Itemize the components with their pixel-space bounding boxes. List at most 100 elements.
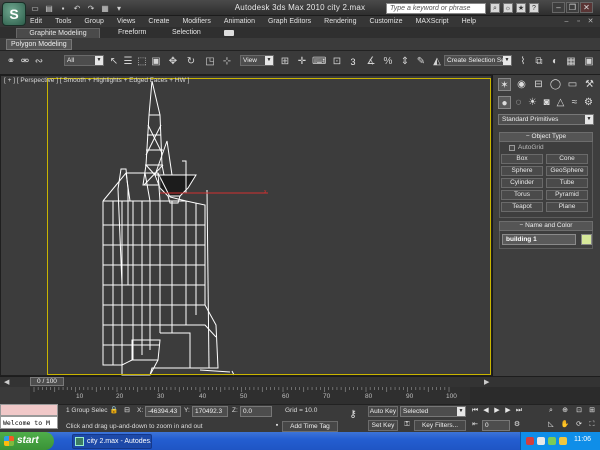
- sphere-button[interactable]: Sphere: [501, 166, 543, 176]
- z-coordinate-field[interactable]: 0.0: [240, 406, 272, 417]
- space-warps-icon[interactable]: ≈: [568, 96, 581, 109]
- absolute-mode-icon[interactable]: ⊟: [122, 406, 132, 416]
- cone-button[interactable]: Cone: [546, 154, 588, 164]
- object-color-swatch[interactable]: [581, 234, 592, 245]
- snaps-toggle-icon[interactable]: ⊡: [330, 55, 344, 69]
- key-filters-button[interactable]: Key Filters...: [414, 420, 466, 431]
- ribbon-restore-icon[interactable]: ▫: [574, 17, 583, 26]
- rectangular-selection-icon[interactable]: ⬚: [135, 55, 149, 69]
- zoom-extents-all-icon[interactable]: ⊞: [587, 406, 597, 416]
- lights-icon[interactable]: ☀: [526, 96, 539, 109]
- field-of-view-icon[interactable]: ◺: [546, 420, 556, 430]
- menu-modifiers[interactable]: Modifiers: [182, 18, 210, 25]
- zoom-icon[interactable]: ⌕: [546, 406, 556, 416]
- shapes-icon[interactable]: ◌: [512, 96, 525, 109]
- pyramid-button[interactable]: Pyramid: [546, 190, 588, 200]
- binoculars-icon[interactable]: ⌕: [490, 3, 500, 13]
- selection-filter-dropdown[interactable]: All ▼: [64, 55, 104, 66]
- mirror-icon[interactable]: ◭: [430, 55, 444, 69]
- star-icon[interactable]: ★: [516, 3, 526, 13]
- minimize-button[interactable]: –: [552, 2, 565, 13]
- select-manipulate-icon[interactable]: ✛: [295, 55, 309, 69]
- time-configuration-icon[interactable]: ⚙: [512, 420, 522, 430]
- select-object-icon[interactable]: ↖: [107, 55, 121, 69]
- material-editor-icon[interactable]: ◐: [548, 55, 562, 69]
- keyboard-shortcut-icon[interactable]: ⌨: [312, 55, 326, 69]
- utilities-tab-icon[interactable]: ⚒: [583, 78, 596, 91]
- network-icon[interactable]: [537, 437, 545, 445]
- display-tab-icon[interactable]: ▭: [566, 78, 579, 91]
- geosphere-button[interactable]: GeoSphere: [546, 166, 588, 176]
- antivirus-icon[interactable]: [526, 437, 534, 445]
- snaps-3d-toggle[interactable]: 3: [346, 55, 360, 69]
- slider-next-icon[interactable]: ▶: [484, 378, 489, 386]
- menu-help[interactable]: Help: [462, 18, 476, 25]
- object-name-field[interactable]: building 1: [502, 234, 576, 245]
- maximize-viewport-icon[interactable]: ⛶: [587, 420, 597, 430]
- menu-create[interactable]: Create: [148, 18, 169, 25]
- select-rotate-icon[interactable]: ↻: [184, 55, 198, 69]
- torus-button[interactable]: Torus: [501, 190, 543, 200]
- time-slider-track[interactable]: [0, 376, 600, 387]
- zoom-extents-icon[interactable]: ⊡: [574, 406, 584, 416]
- lock-selection-icon[interactable]: 🔒: [109, 406, 119, 416]
- menu-views[interactable]: Views: [117, 18, 136, 25]
- select-scale-icon[interactable]: ◳: [203, 55, 217, 69]
- name-color-rollout-header[interactable]: − Name and Color: [499, 221, 593, 231]
- pan-view-icon[interactable]: ✋: [560, 420, 570, 430]
- angle-snap-icon[interactable]: ∡: [364, 55, 378, 69]
- select-move-icon[interactable]: ✥: [166, 55, 180, 69]
- time-tag-icon[interactable]: ▪: [272, 421, 282, 431]
- menu-edit[interactable]: Edit: [30, 18, 42, 25]
- app-logo-icon[interactable]: S: [2, 2, 26, 26]
- time-slider-thumb[interactable]: 0 / 100: [30, 377, 64, 386]
- teapot-button[interactable]: Teapot: [501, 202, 543, 212]
- taskbar-app-button[interactable]: city 2.max - Autodes...: [72, 434, 152, 449]
- systems-icon[interactable]: ⚙: [582, 96, 595, 109]
- geometry-icon[interactable]: ●: [498, 96, 511, 109]
- schematic-view-icon[interactable]: ⧉: [532, 55, 546, 69]
- primitive-type-dropdown[interactable]: Standard Primitives ▼: [498, 114, 594, 125]
- box-button[interactable]: Box: [501, 154, 543, 164]
- curve-editor-icon[interactable]: ⌇: [516, 55, 530, 69]
- go-to-start-icon[interactable]: ⏮: [470, 406, 480, 416]
- ribbon-close-icon[interactable]: ✕: [586, 17, 595, 26]
- named-selection-set-dropdown[interactable]: Create Selection Se ▼: [444, 55, 512, 66]
- y-coordinate-field[interactable]: 170492.3: [192, 406, 228, 417]
- key-mode-dropdown[interactable]: Selected ▼: [400, 406, 466, 417]
- object-type-rollout-header[interactable]: − Object Type: [499, 132, 593, 142]
- viewport-label[interactable]: [ + ] [ Perspective ] [ Smooth + Highlig…: [4, 77, 189, 84]
- key-filter-icon[interactable]: ⚿: [402, 420, 412, 430]
- modify-tab-icon[interactable]: ◉: [515, 78, 528, 91]
- manipulate-icon[interactable]: ⊹: [220, 55, 234, 69]
- restore-button[interactable]: ❐: [566, 2, 579, 13]
- next-frame-icon[interactable]: ▶: [503, 406, 513, 416]
- window-crossing-icon[interactable]: ▣: [149, 55, 163, 69]
- plane-button[interactable]: Plane: [546, 202, 588, 212]
- key-mode-toggle-icon[interactable]: ⇤: [470, 420, 480, 430]
- ribbon-minimize-icon[interactable]: –: [562, 17, 571, 26]
- close-button[interactable]: ✕: [580, 2, 593, 13]
- mini-curve-toggle[interactable]: [0, 387, 30, 404]
- menu-tools[interactable]: Tools: [55, 18, 71, 25]
- orbit-icon[interactable]: ⟳: [574, 420, 584, 430]
- motion-tab-icon[interactable]: ◯: [549, 78, 562, 91]
- maxscript-output[interactable]: Welcome to M: [0, 416, 58, 429]
- add-time-tag-button[interactable]: Add Time Tag: [282, 421, 338, 432]
- cameras-icon[interactable]: ◙: [540, 96, 553, 109]
- subscription-icon[interactable]: ☼: [503, 3, 513, 13]
- auto-key-button[interactable]: Auto Key: [368, 406, 398, 417]
- volume-icon[interactable]: [559, 437, 567, 445]
- menu-group[interactable]: Group: [84, 18, 103, 25]
- shield-icon[interactable]: [548, 437, 556, 445]
- ribbon-toggle-button[interactable]: [224, 30, 234, 36]
- go-to-end-icon[interactable]: ⏭: [514, 406, 524, 416]
- reference-coordinate-dropdown[interactable]: View ▼: [240, 55, 274, 66]
- maxscript-listener-pane[interactable]: [0, 404, 58, 416]
- slider-prev-icon[interactable]: ◀: [4, 378, 9, 386]
- tab-graphite-modeling-tools[interactable]: Graphite Modeling Tools: [16, 28, 100, 47]
- render-setup-icon[interactable]: ▦: [564, 55, 578, 69]
- edit-named-selections-icon[interactable]: ✎: [414, 55, 428, 69]
- zoom-all-icon[interactable]: ⊕: [560, 406, 570, 416]
- link-icon[interactable]: ⚭: [4, 55, 18, 69]
